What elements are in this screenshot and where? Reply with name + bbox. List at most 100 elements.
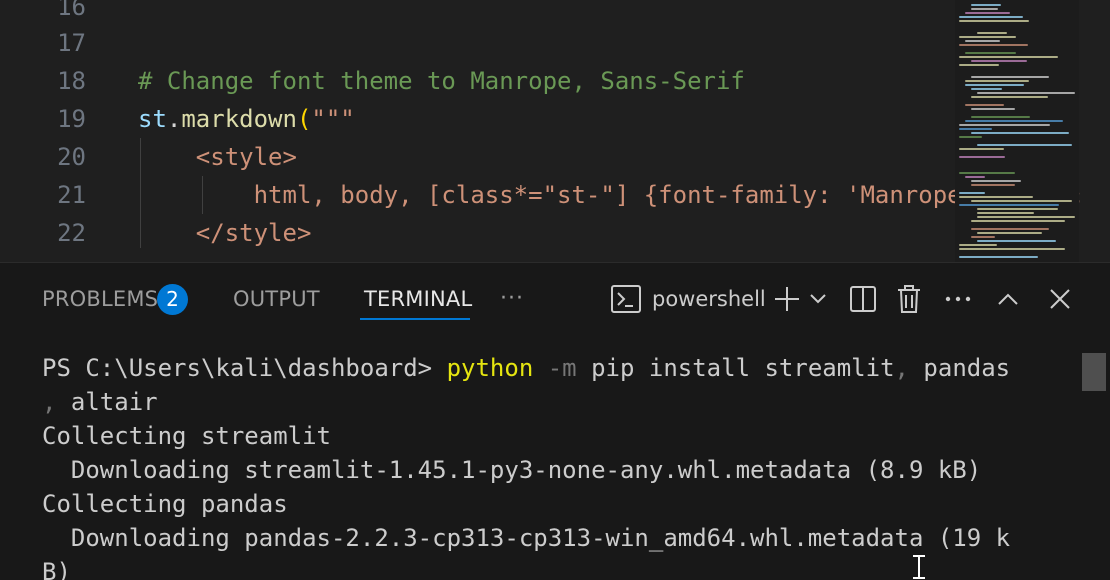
minimap[interactable] — [955, 0, 1079, 262]
code-line[interactable]: 17 — [0, 24, 955, 62]
code-token: """ — [311, 105, 355, 133]
minimap-line — [959, 44, 1028, 46]
code-editor[interactable]: 16 17 18 # Change font theme to Manrope, Sa… — [0, 0, 1110, 262]
minimap-line — [971, 184, 1015, 186]
minimap-line — [965, 120, 1063, 122]
minimap-line — [971, 96, 1048, 98]
terminal-command-args: pip install streamlit — [576, 354, 895, 382]
line-number: 22 — [57, 219, 86, 247]
panel-more-tabs-button[interactable]: ··· — [500, 285, 524, 319]
line-number: 20 — [57, 143, 86, 171]
minimap-line — [971, 4, 1001, 6]
minimap-line — [971, 116, 1030, 118]
close-icon[interactable] — [1042, 281, 1078, 317]
minimap-line — [977, 232, 1042, 234]
minimap-line — [965, 40, 1000, 42]
minimap-line — [965, 52, 1016, 54]
minimap-line — [959, 36, 1016, 38]
minimap-line — [959, 128, 992, 130]
minimap-line — [971, 8, 998, 10]
code-text: </style> — [138, 214, 312, 252]
terminal-scrollbar-thumb[interactable] — [1082, 353, 1106, 391]
code-token: </style> — [195, 219, 312, 247]
minimap-line — [977, 240, 1056, 242]
minimap-line — [959, 256, 1038, 258]
code-token: markdown — [181, 105, 297, 133]
minimap-line — [959, 148, 1004, 150]
code-line[interactable]: 22 </style> — [0, 214, 955, 252]
minimap-line — [965, 104, 1004, 106]
minimap-line — [971, 76, 1049, 78]
vscode-window: 16 17 18 # Change font theme to Manrope, Sa… — [0, 0, 1110, 580]
code-line[interactable]: 18 # Change font theme to Manrope, Sans-S… — [0, 62, 955, 100]
terminal-icon[interactable] — [608, 281, 644, 317]
code-line[interactable]: 19 st.markdown(""" — [0, 100, 955, 138]
chevron-down-icon[interactable] — [800, 281, 836, 317]
minimap-line — [971, 60, 1027, 62]
terminal-line: Downloading pandas-2.2.3-cp313-cp313-win… — [42, 524, 1011, 552]
minimap-line — [977, 92, 1075, 94]
terminal-line: Collecting pandas — [42, 490, 288, 518]
terminal-line: B) — [42, 558, 71, 580]
split-icon[interactable] — [845, 281, 881, 317]
code-text: st.markdown(""" — [138, 100, 355, 138]
minimap-line — [959, 64, 999, 66]
line-number: 19 — [57, 105, 86, 133]
minimap-line — [971, 108, 1015, 110]
minimap-line — [977, 216, 1075, 218]
minimap-line — [977, 144, 1072, 146]
code-text: <style> — [138, 138, 297, 176]
minimap-line — [959, 20, 1029, 22]
minimap-line — [959, 16, 1023, 18]
minimap-line — [965, 80, 1029, 82]
code-line[interactable]: 20 <style> — [0, 138, 955, 176]
line-number: 17 — [57, 29, 86, 57]
code-token: # Change font theme to Manrope, Sans-Ser… — [138, 67, 745, 95]
panel-header: PROBLEMS 2 OUTPUT TERMINAL ··· powershel… — [0, 263, 1110, 333]
minimap-line — [977, 32, 1007, 34]
minimap-line — [959, 204, 1059, 206]
minimap-line — [971, 236, 995, 238]
tab-terminal[interactable]: TERMINAL — [364, 285, 472, 319]
terminal-line: Collecting streamlit — [42, 422, 331, 450]
code-token: ( — [296, 105, 312, 133]
minimap-line — [965, 12, 1010, 14]
code-text: # Change font theme to Manrope, Sans-Ser… — [138, 62, 745, 100]
terminal-command-comma: , — [894, 354, 909, 382]
terminal-command-python: python — [446, 354, 534, 382]
minimap-line — [977, 212, 1034, 214]
minimap-line — [971, 180, 1021, 182]
line-number: 18 — [57, 67, 86, 95]
minimap-line — [977, 208, 1058, 210]
minimap-line — [971, 220, 1065, 222]
minimap-line — [971, 200, 1072, 202]
terminal-line: PS C:\Users\kali\dashboard> python -m pi… — [42, 351, 1010, 385]
terminal-wrap-comma: , — [42, 388, 71, 416]
minimap-line — [971, 228, 1049, 230]
minimap-line — [959, 248, 1065, 250]
minimap-line — [971, 88, 1002, 90]
minimap-line — [959, 124, 1050, 126]
minimap-line — [959, 192, 985, 194]
code-token: st — [138, 105, 167, 133]
code-line[interactable]: 16 — [0, 0, 955, 26]
minimap-line — [971, 132, 1069, 134]
terminal-prompt: PS C:\Users\kali\dashboard> — [42, 354, 447, 382]
editor-scrollbar[interactable] — [1080, 0, 1110, 262]
chevron-up-icon[interactable] — [990, 281, 1026, 317]
tab-problems[interactable]: PROBLEMS — [42, 285, 158, 319]
trash-icon[interactable] — [891, 281, 927, 317]
terminal-line: Downloading streamlit-1.45.1-py3-none-an… — [42, 456, 982, 484]
terminal-line: , altair — [42, 385, 158, 419]
minimap-line — [959, 244, 997, 246]
minimap-line — [959, 56, 1058, 58]
line-number: 21 — [57, 181, 86, 209]
more-icon[interactable] — [940, 281, 976, 317]
shell-name[interactable]: powershell — [652, 285, 766, 313]
terminal-output[interactable]: PS C:\Users\kali\dashboard> python -m pi… — [0, 351, 1080, 580]
line-number: 16 — [57, 0, 86, 21]
tab-output[interactable]: OUTPUT — [233, 285, 320, 319]
minimap-line — [959, 136, 982, 138]
code-line[interactable]: 21 html, body, [class*="st-"] {font-fami… — [0, 176, 1110, 214]
